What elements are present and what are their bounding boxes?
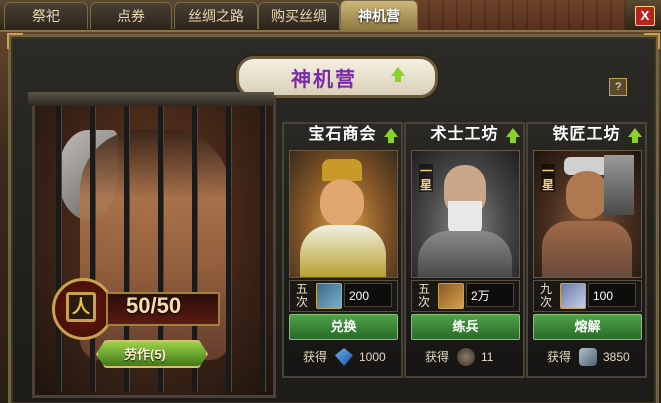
armor-icon <box>560 283 586 309</box>
game-window: 祭祀 点券 丝绸之路 购买丝绸 神机营 X 神机营 ? 人 50/50 劳作(5… <box>0 0 661 403</box>
robe-icon <box>418 231 512 277</box>
worker-header: 铁匠工坊 <box>528 124 645 146</box>
cannon-icon <box>457 348 475 366</box>
labor-count: 50/50 <box>126 293 182 318</box>
tab-sacrifice[interactable]: 祭祀 <box>4 2 88 29</box>
gain-label: 获得 <box>425 350 450 364</box>
tab-bar: 祭祀 点券 丝绸之路 购买丝绸 神机营 X <box>0 0 661 32</box>
labor-button-label: 劳作(5) <box>124 347 166 362</box>
upgrade-arrow-icon[interactable] <box>506 128 520 143</box>
corner-ornament <box>644 33 660 49</box>
cage-top-beam <box>28 92 274 106</box>
worker-card-blacksmith-workshop: 铁匠工坊 一星 九次 100 熔解 获得 3850 <box>526 122 647 378</box>
gem-icon <box>335 348 353 366</box>
cost-row: 五次 2万 <box>411 280 520 312</box>
tab-silk-road[interactable]: 丝绸之路 <box>174 2 258 29</box>
remaining-count: 五次 <box>295 282 308 309</box>
cost-row: 五次 200 <box>289 280 398 312</box>
face-icon <box>566 171 608 219</box>
scroll-icon <box>438 283 464 309</box>
body-icon <box>542 221 632 277</box>
train-button[interactable]: 练兵 <box>411 314 520 340</box>
tab-coupons[interactable]: 点券 <box>90 2 172 29</box>
worker-header: 术士工坊 <box>406 124 523 146</box>
hat-icon <box>322 159 362 181</box>
gain-row: 获得 11 <box>411 344 518 370</box>
gain-value: 3850 <box>603 350 630 364</box>
star-rank: 一星 <box>419 164 433 192</box>
worker-header: 宝石商会 <box>284 124 401 146</box>
anvil-icon <box>604 155 634 215</box>
page-title: 神机营 <box>291 69 357 91</box>
worker-name: 铁匠工坊 <box>552 126 621 143</box>
gain-row: 获得 1000 <box>289 344 396 370</box>
upgrade-arrow-icon[interactable] <box>628 128 642 143</box>
town-background <box>416 0 626 30</box>
gain-value: 1000 <box>359 350 386 364</box>
worker-portrait <box>289 150 398 278</box>
upgrade-arrow-icon[interactable] <box>391 67 405 82</box>
star-rank: 一星 <box>541 164 555 192</box>
tab-buy-silk[interactable]: 购买丝绸 <box>258 2 340 29</box>
person-icon: 人 <box>66 292 96 322</box>
close-button[interactable]: X <box>635 6 655 26</box>
worker-card-sorcerer-workshop: 术士工坊 一星 五次 2万 练兵 获得 11 <box>404 122 525 378</box>
gain-label: 获得 <box>303 350 328 364</box>
smelt-button[interactable]: 熔解 <box>533 314 642 340</box>
worker-name: 宝石商会 <box>308 126 377 143</box>
cost-row: 九次 100 <box>533 280 642 312</box>
robe-icon <box>300 225 386 277</box>
cost-value: 2万 <box>466 283 514 307</box>
gain-label: 获得 <box>547 350 572 364</box>
cost-value: 200 <box>344 283 392 307</box>
scroll-icon <box>316 283 342 309</box>
gain-value: 11 <box>481 350 494 364</box>
face-icon <box>320 179 364 227</box>
cost-value: 100 <box>588 283 636 307</box>
corner-ornament <box>7 33 23 49</box>
help-button[interactable]: ? <box>609 78 627 96</box>
upgrade-arrow-icon[interactable] <box>384 128 398 143</box>
iron-ore-icon <box>579 348 597 366</box>
gain-row: 获得 3850 <box>533 344 640 370</box>
remaining-count: 九次 <box>539 282 552 309</box>
tab-shenjiying[interactable]: 神机营 <box>340 0 418 31</box>
exchange-button[interactable]: 兑换 <box>289 314 398 340</box>
worker-name: 术士工坊 <box>430 126 499 143</box>
remaining-count: 五次 <box>417 282 430 309</box>
worker-card-gem-guild: 宝石商会 五次 200 兑换 获得 1000 <box>282 122 403 378</box>
